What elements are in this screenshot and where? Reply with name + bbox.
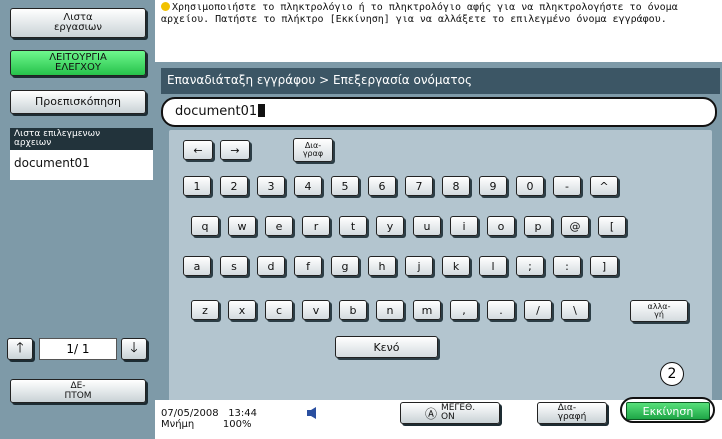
key-2[interactable]: d <box>257 256 285 276</box>
filename-value: document01 <box>175 104 258 119</box>
key-6[interactable]: j <box>405 256 433 276</box>
key-8[interactable]: l <box>479 256 507 276</box>
job-list-button[interactable]: Λιστα εργασιων <box>10 8 146 38</box>
key-3[interactable]: v <box>302 300 330 320</box>
enlarge-label: ΜΕΓΕΘ. ON <box>440 403 476 422</box>
selected-files-header: Λιστα επιλεγμενων αρχειων <box>10 128 153 150</box>
key-7[interactable]: , <box>450 300 478 320</box>
cursor-left-key[interactable]: ← <box>183 140 213 160</box>
key-4[interactable]: b <box>339 300 367 320</box>
other-chars-key[interactable]: αλλα- γή <box>630 300 688 322</box>
arrow-down-icon: 🡓 <box>130 340 138 356</box>
key-9[interactable]: / <box>524 300 552 320</box>
key-8[interactable]: 9 <box>479 176 507 196</box>
arrow-up-icon: 🡑 <box>16 340 24 356</box>
key-0[interactable]: a <box>183 256 211 276</box>
key-9[interactable]: ; <box>516 256 544 276</box>
lightbulb-icon <box>161 2 170 11</box>
date-text: 07/05/2008 <box>161 408 219 419</box>
delete-file-button[interactable]: ΔΕ- ΠΤΟΜ <box>10 379 146 403</box>
page-down-button[interactable]: 🡓 <box>121 338 147 360</box>
key-8[interactable]: . <box>487 300 515 320</box>
breadcrumb: Επαναδιάταξη εγγράφου > Επεξεργασία ονόμ… <box>161 68 720 94</box>
pager: 🡑 1/ 1 🡓 <box>7 338 150 360</box>
key-1[interactable]: w <box>228 216 256 236</box>
clear-button[interactable]: Δια- γραφή <box>537 402 607 424</box>
time-text: 13:44 <box>228 408 258 419</box>
key-8[interactable]: o <box>487 216 515 236</box>
key-1[interactable]: 2 <box>220 176 248 196</box>
key-0[interactable]: 1 <box>183 176 211 196</box>
key-10[interactable]: - <box>553 176 581 196</box>
keyboard: ← → Δια- γραφ 1 2 3 4 5 6 7 8 9 0- ^ q w e r t y u i o p @[ … <box>169 130 712 402</box>
key-5[interactable]: h <box>368 256 396 276</box>
list-item[interactable]: document01 <box>14 156 149 170</box>
key-7[interactable]: k <box>442 256 470 276</box>
key-3[interactable]: 4 <box>294 176 322 196</box>
key-6[interactable]: m <box>413 300 441 320</box>
key-10[interactable]: @ <box>561 216 589 236</box>
start-button[interactable]: Εκκίνηση <box>620 397 715 423</box>
space-key[interactable]: Κενό <box>335 336 438 358</box>
sidebar: Λιστα εργασιων ΛΕΙΤΟΥΡΓΙΑ ΕΛΕΓΧΟΥ Προεπι… <box>0 0 155 439</box>
selected-files-list: document01 <box>10 150 153 180</box>
callout-2: 2 <box>660 362 684 386</box>
enlarge-display-button[interactable]: Ⓐ ΜΕΓΕΘ. ON <box>400 402 500 424</box>
check-job-button[interactable]: ΛΕΙΤΟΥΡΓΙΑ ΕΛΕΓΧΟΥ <box>10 50 146 76</box>
key-11[interactable]: ] <box>590 256 618 276</box>
memory-value: 100% <box>222 419 252 430</box>
enlarge-icon: Ⓐ <box>424 406 437 421</box>
backspace-key[interactable]: Δια- γραφ <box>293 138 333 162</box>
filename-input[interactable]: document01 <box>161 97 717 127</box>
key-9[interactable]: 0 <box>516 176 544 196</box>
key-6[interactable]: u <box>413 216 441 236</box>
key-1[interactable]: x <box>228 300 256 320</box>
page-indicator: 1/ 1 <box>39 338 117 360</box>
key-5[interactable]: 6 <box>368 176 396 196</box>
datetime: 07/05/2008 13:44 Μνήμη 100% <box>161 408 257 430</box>
key-5[interactable]: y <box>376 216 404 236</box>
instruction-message: Χρησιμοποιήστε το πληκτρολόγιο ή το πληκ… <box>155 0 722 62</box>
key-11[interactable]: [ <box>598 216 626 236</box>
key-7[interactable]: 8 <box>442 176 470 196</box>
key-2[interactable]: 3 <box>257 176 285 196</box>
start-label: Εκκίνηση <box>626 402 710 420</box>
key-2[interactable]: c <box>265 300 293 320</box>
cursor-right-key[interactable]: → <box>220 140 250 160</box>
screen: Λιστα εργασιων ΛΕΙΤΟΥΡΓΙΑ ΕΛΕΓΧΟΥ Προεπι… <box>0 0 722 439</box>
main-panel: Επαναδιάταξη εγγράφου > Επεξεργασία ονόμ… <box>155 62 722 439</box>
key-4[interactable]: t <box>339 216 367 236</box>
key-10[interactable]: : <box>553 256 581 276</box>
key-9[interactable]: p <box>524 216 552 236</box>
key-4[interactable]: g <box>331 256 359 276</box>
key-3[interactable]: f <box>294 256 322 276</box>
key-3[interactable]: r <box>302 216 330 236</box>
key-0[interactable]: z <box>191 300 219 320</box>
instruction-text: Χρησιμοποιήστε το πληκτρολόγιο ή το πληκ… <box>161 2 678 25</box>
memory-label: Μνήμη <box>161 419 195 430</box>
key-7[interactable]: i <box>450 216 478 236</box>
key-2[interactable]: e <box>265 216 293 236</box>
text-cursor <box>258 104 266 117</box>
preview-button[interactable]: Προεπισκόπηση <box>10 90 146 114</box>
key-5[interactable]: n <box>376 300 404 320</box>
key-4[interactable]: 5 <box>331 176 359 196</box>
speaker-icon <box>307 407 316 419</box>
key-1[interactable]: s <box>220 256 248 276</box>
key-6[interactable]: 7 <box>405 176 433 196</box>
page-up-button[interactable]: 🡑 <box>7 338 33 360</box>
key-10[interactable]: \ <box>561 300 589 320</box>
key-11[interactable]: ^ <box>590 176 618 196</box>
key-0[interactable]: q <box>191 216 219 236</box>
